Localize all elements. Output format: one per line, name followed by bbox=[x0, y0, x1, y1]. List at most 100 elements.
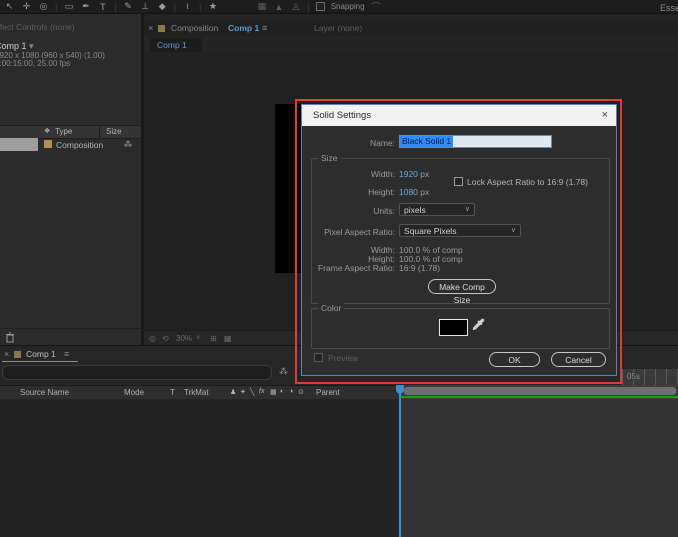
pixel-aspect-ratio-dropdown[interactable]: Square Pixels ∨ bbox=[399, 224, 521, 237]
view-tab-label: Comp 1 bbox=[157, 40, 187, 50]
brush-tool-icon[interactable]: ✎ bbox=[123, 1, 134, 12]
grid-guides-icon[interactable]: ⊞ bbox=[210, 334, 217, 343]
name-field-selected-text: Black Solid 1 bbox=[400, 136, 453, 147]
comp-info-line2: 0:00:15:00, 25.00 fps bbox=[0, 59, 70, 68]
workspace-mask-icon[interactable]: ◬ bbox=[290, 1, 301, 12]
zoom-chevron-icon[interactable]: ∨ bbox=[196, 334, 200, 341]
selected-name-cell[interactable] bbox=[0, 138, 38, 151]
tab-composition-label[interactable]: Composition bbox=[171, 23, 218, 33]
reset-view-icon[interactable]: ⟲ bbox=[162, 334, 169, 343]
ok-button[interactable]: OK bbox=[489, 352, 540, 367]
units-value: pixels bbox=[404, 205, 426, 215]
snapping-label: Snapping bbox=[331, 2, 365, 11]
pen-tool-icon[interactable]: ✒ bbox=[80, 1, 91, 12]
motion-blur-icon[interactable]: ▦ bbox=[270, 388, 277, 396]
snap-options-icon[interactable]: ⌒ bbox=[371, 0, 382, 13]
timeline-tab-label: Comp 1 bbox=[26, 349, 56, 359]
trash-icon[interactable] bbox=[5, 332, 15, 343]
dialog-title-bar[interactable]: Solid Settings × bbox=[302, 105, 616, 126]
zoom-level-value[interactable]: 30% bbox=[176, 334, 192, 343]
rectangle-tool-icon[interactable]: ▭ bbox=[63, 1, 74, 12]
draft-3d-icon[interactable]: ╲ bbox=[250, 388, 254, 396]
workspace-align-icon[interactable]: ▲ bbox=[273, 2, 284, 12]
name-label: Name: bbox=[302, 138, 395, 148]
playhead-line[interactable] bbox=[399, 385, 401, 537]
column-mode[interactable]: Mode bbox=[124, 388, 144, 397]
selection-tool-icon[interactable]: ↖ bbox=[4, 1, 15, 12]
eyedropper-icon[interactable] bbox=[472, 318, 485, 333]
hand-tool-icon[interactable]: ✛ bbox=[21, 1, 32, 12]
dialog-title: Solid Settings bbox=[313, 110, 371, 121]
frame-aspect-ratio-value: 16:9 (1.78) bbox=[399, 263, 440, 273]
viewer-tab-strip: × Composition Comp 1 ≡ Layer (none) bbox=[144, 20, 678, 36]
tab-layer[interactable]: Layer (none) bbox=[314, 23, 362, 33]
fx-icon[interactable]: fx bbox=[259, 388, 264, 395]
puppet-pin-tool-icon[interactable]: ★ bbox=[207, 1, 218, 12]
name-field[interactable]: Black Solid 1 bbox=[399, 135, 552, 148]
lock-aspect-checkbox[interactable] bbox=[454, 177, 463, 186]
panel-icon bbox=[158, 25, 165, 32]
close-icon[interactable]: × bbox=[602, 109, 608, 121]
column-parent[interactable]: Parent bbox=[316, 388, 340, 397]
tag-icon[interactable]: ❖ bbox=[44, 127, 50, 135]
shy-icon[interactable]: ♟ bbox=[230, 388, 236, 396]
units-dropdown[interactable]: pixels ∨ bbox=[399, 203, 475, 216]
column-size[interactable]: Size bbox=[106, 127, 122, 136]
color-swatch[interactable] bbox=[439, 319, 468, 336]
timeline-search-input[interactable] bbox=[2, 365, 272, 380]
width-value[interactable]: 1920 bbox=[399, 169, 418, 179]
quality-icon[interactable]: ◑ bbox=[289, 388, 293, 395]
column-divider[interactable] bbox=[99, 126, 100, 138]
height-value[interactable]: 1080 bbox=[399, 187, 418, 197]
close-icon[interactable]: × bbox=[4, 349, 9, 359]
cancel-button[interactable]: Cancel bbox=[551, 352, 606, 367]
layer-list-area[interactable] bbox=[0, 399, 400, 537]
column-t[interactable]: T bbox=[170, 388, 175, 397]
after-effects-window: ↖ ✛ ◎ | ▭ ✒ T | ✎ ⊥ ◆ | ≀ | ★ ▦ ▲ ◬ | Sn… bbox=[0, 0, 678, 537]
snapping-checkbox[interactable] bbox=[316, 2, 325, 11]
tab-effect-controls[interactable]: Effect Controls (none) bbox=[0, 22, 75, 32]
toolbar-separator: | bbox=[307, 2, 309, 12]
roto-brush-tool-icon[interactable]: ≀ bbox=[182, 1, 193, 12]
project-bottom-bar bbox=[0, 328, 141, 346]
workspace-label[interactable]: Esse bbox=[660, 3, 678, 13]
column-type[interactable]: Type bbox=[55, 127, 72, 136]
flowchart-icon[interactable]: ⁂ bbox=[124, 140, 132, 149]
panel-icon bbox=[14, 351, 21, 358]
workspace-grid-icon[interactable]: ▦ bbox=[256, 1, 267, 12]
viewer-view-tab[interactable]: Comp 1 bbox=[150, 38, 202, 53]
toolbar-separator: | bbox=[114, 2, 116, 12]
width-value-row: 1920 px bbox=[399, 169, 429, 179]
pixel-aspect-ratio-label: Pixel Aspect Ratio: bbox=[302, 227, 395, 237]
clone-stamp-tool-icon[interactable]: ⊥ bbox=[140, 1, 151, 12]
close-icon[interactable]: × bbox=[148, 23, 153, 33]
tab-active-comp-name[interactable]: Comp 1 bbox=[228, 23, 259, 33]
3d-layer-icon[interactable]: ⊙ bbox=[298, 388, 304, 396]
zoom-tool-icon[interactable]: ◎ bbox=[38, 1, 49, 12]
magnify-icon[interactable]: ◎ bbox=[149, 334, 156, 343]
comp-black-solid[interactable] bbox=[275, 104, 301, 273]
track-area[interactable] bbox=[400, 399, 678, 537]
comp-flowchart-icon[interactable]: ⁂ bbox=[279, 366, 288, 377]
region-of-interest-icon[interactable]: ▦ bbox=[224, 334, 232, 343]
collapse-icon[interactable]: ✦ bbox=[240, 388, 246, 396]
text-tool-icon[interactable]: T bbox=[97, 2, 108, 12]
panel-menu-icon[interactable]: ≡ bbox=[64, 349, 69, 359]
height-label: Height: bbox=[302, 187, 395, 197]
preview-checkbox[interactable] bbox=[314, 353, 323, 362]
make-comp-size-button[interactable]: Make Comp Size bbox=[428, 279, 496, 294]
item-type-label: Composition bbox=[56, 140, 103, 150]
timeline-tab[interactable]: × Comp 1 ≡ bbox=[2, 348, 78, 362]
preview-label: Preview bbox=[328, 353, 358, 363]
column-source-name[interactable]: Source Name bbox=[20, 388, 69, 397]
time-navigator-handle[interactable] bbox=[404, 387, 676, 395]
project-row-composition[interactable]: Composition ⁂ bbox=[0, 138, 141, 151]
project-columns-header: ❖ Type Size bbox=[0, 125, 141, 139]
rendered-frames-bar bbox=[401, 396, 678, 398]
eraser-tool-icon[interactable]: ◆ bbox=[157, 1, 168, 12]
column-trkmat[interactable]: TrkMat bbox=[184, 388, 209, 397]
lock-aspect-label: Lock Aspect Ratio to 16:9 (1.78) bbox=[467, 177, 588, 187]
panel-menu-icon[interactable]: ≡ bbox=[262, 23, 267, 33]
time-ruler[interactable]: 05s bbox=[622, 369, 678, 385]
adjustment-layer-icon[interactable]: ◐ bbox=[280, 388, 284, 395]
